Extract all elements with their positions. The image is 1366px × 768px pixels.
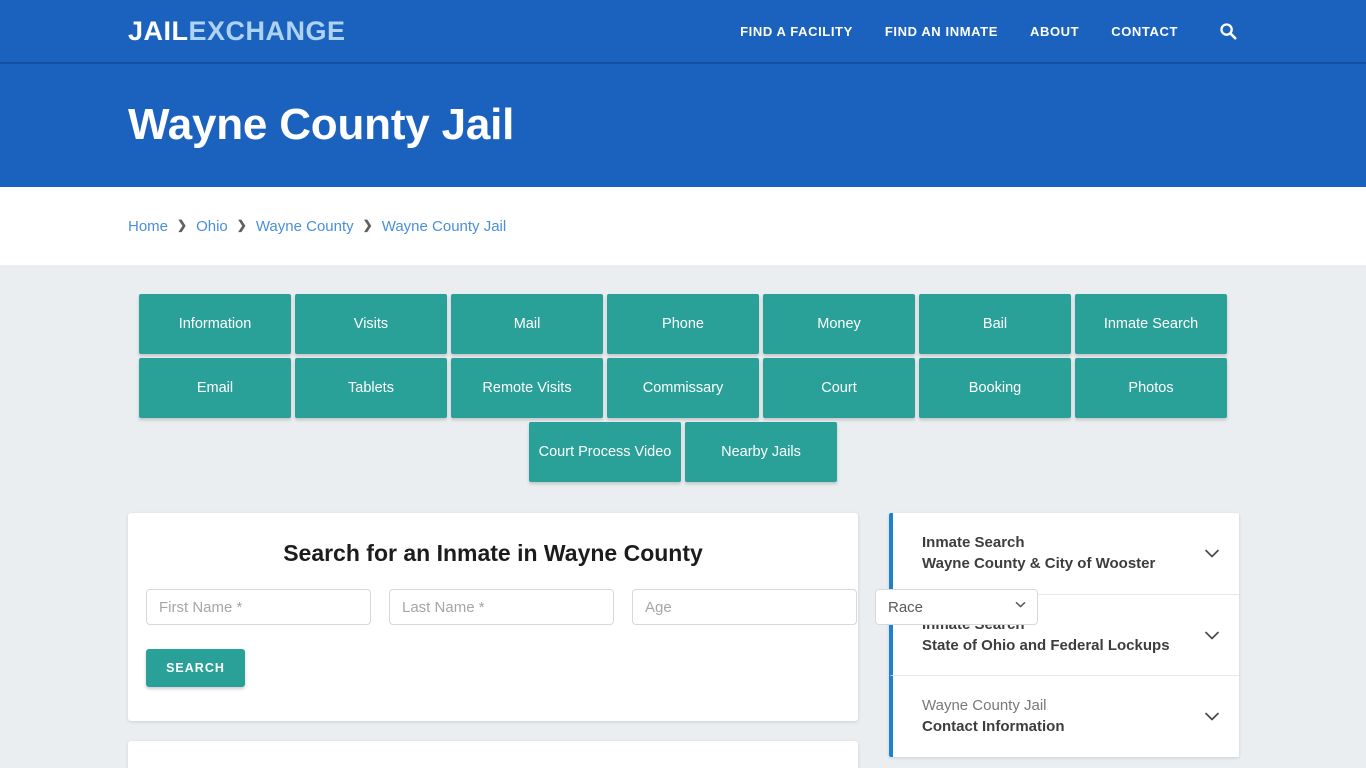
topic-button-information[interactable]: Information: [139, 294, 291, 354]
topic-button-court[interactable]: Court: [763, 358, 915, 418]
topic-button-inmate-search[interactable]: Inmate Search: [1075, 294, 1227, 354]
chevron-down-icon[interactable]: [1201, 705, 1223, 727]
topic-button-remote-visits[interactable]: Remote Visits: [451, 358, 603, 418]
inmate-search-fields: Race: [146, 589, 1038, 625]
page-title: Wayne County Jail: [128, 100, 515, 150]
topic-button-tablets[interactable]: Tablets: [295, 358, 447, 418]
race-select-wrapper: Race: [875, 589, 1038, 625]
topic-button-phone[interactable]: Phone: [607, 294, 759, 354]
accordion-item-text: Inmate Search Wayne County & City of Woo…: [922, 532, 1191, 575]
topic-button-booking[interactable]: Booking: [919, 358, 1071, 418]
sidebar-accordion: Inmate Search Wayne County & City of Woo…: [889, 513, 1239, 757]
topic-button-bail[interactable]: Bail: [919, 294, 1071, 354]
breadcrumb-item-home[interactable]: Home: [128, 218, 168, 235]
accordion-item-line1: Inmate Search: [922, 534, 1025, 551]
topic-button-money[interactable]: Money: [763, 294, 915, 354]
primary-nav: FIND A FACILITY FIND AN INMATE ABOUT CON…: [740, 21, 1238, 41]
left-column: Search for an Inmate in Wayne County Rac…: [128, 513, 1038, 768]
topic-button-row: Information Visits Mail Phone Money Bail…: [133, 294, 1233, 354]
topic-button-row: Court Process Video Nearby Jails: [133, 422, 1233, 482]
top-navigation-bar: JAILEXCHANGE FIND A FACILITY FIND AN INM…: [0, 0, 1366, 64]
accordion-item-line2: Contact Information: [922, 718, 1065, 736]
nav-item-find-a-facility[interactable]: FIND A FACILITY: [740, 24, 853, 39]
topic-button-visits[interactable]: Visits: [295, 294, 447, 354]
topic-button-row: Email Tablets Remote Visits Commissary C…: [133, 358, 1233, 418]
accordion-item-text: Wayne County Jail Contact Information: [922, 695, 1191, 738]
content-columns: Search for an Inmate in Wayne County Rac…: [128, 513, 1239, 768]
nav-item-find-an-inmate[interactable]: FIND AN INMATE: [885, 24, 998, 39]
accordion-item-inmate-search-county[interactable]: Inmate Search Wayne County & City of Woo…: [889, 513, 1239, 595]
age-input[interactable]: [632, 589, 857, 625]
chevron-down-icon[interactable]: [1201, 624, 1223, 646]
site-logo[interactable]: JAILEXCHANGE: [128, 15, 346, 46]
accordion-item-contact-information[interactable]: Wayne County Jail Contact Information: [889, 676, 1239, 757]
inmate-search-card: Search for an Inmate in Wayne County Rac…: [128, 513, 1038, 721]
right-column: Inmate Search Wayne County & City of Woo…: [889, 513, 1239, 757]
topic-button-commissary[interactable]: Commissary: [607, 358, 759, 418]
breadcrumb-separator-icon: ❯: [236, 218, 247, 232]
breadcrumb-item-wayne-county[interactable]: Wayne County: [256, 218, 354, 235]
breadcrumb-separator-icon: ❯: [177, 218, 188, 232]
breadcrumb-separator-icon: ❯: [362, 218, 373, 232]
topic-button-photos[interactable]: Photos: [1075, 358, 1227, 418]
search-submit-button[interactable]: SEARCH: [146, 649, 245, 687]
nav-item-about[interactable]: ABOUT: [1030, 24, 1079, 39]
topic-button-nearby-jails[interactable]: Nearby Jails: [685, 422, 837, 482]
breadcrumb-item-ohio[interactable]: Ohio: [196, 218, 228, 235]
accordion-item-line1: Wayne County Jail: [922, 697, 1047, 715]
logo-text-secondary: EXCHANGE: [188, 15, 346, 46]
breadcrumb-item-wayne-county-jail[interactable]: Wayne County Jail: [382, 218, 507, 235]
topic-button-mail[interactable]: Mail: [451, 294, 603, 354]
page-hero: Wayne County Jail: [0, 64, 1366, 187]
inmate-search-title: Search for an Inmate in Wayne County: [283, 540, 703, 566]
first-name-input[interactable]: [146, 589, 371, 625]
accordion-item-line2: Wayne County & City of Wooster: [922, 555, 1156, 573]
race-select[interactable]: Race: [875, 589, 1038, 625]
main-content: Information Visits Mail Phone Money Bail…: [0, 265, 1366, 768]
breadcrumb-bar: Home ❯ Ohio ❯ Wayne County ❯ Wayne Count…: [0, 187, 1366, 265]
accordion-item-line2: State of Ohio and Federal Lockups: [922, 636, 1170, 654]
jail-information-card: Wayne County Jail Information: [128, 741, 858, 768]
nav-item-contact[interactable]: CONTACT: [1111, 24, 1178, 39]
breadcrumb: Home ❯ Ohio ❯ Wayne County ❯ Wayne Count…: [128, 218, 506, 235]
topic-button-email[interactable]: Email: [139, 358, 291, 418]
search-icon[interactable]: [1218, 21, 1238, 41]
logo-text-primary: JAIL: [128, 15, 189, 46]
last-name-input[interactable]: [389, 589, 614, 625]
topic-button-grid: Information Visits Mail Phone Money Bail…: [133, 294, 1233, 482]
chevron-down-icon[interactable]: [1201, 542, 1223, 564]
topic-button-court-process-video[interactable]: Court Process Video: [529, 422, 681, 482]
